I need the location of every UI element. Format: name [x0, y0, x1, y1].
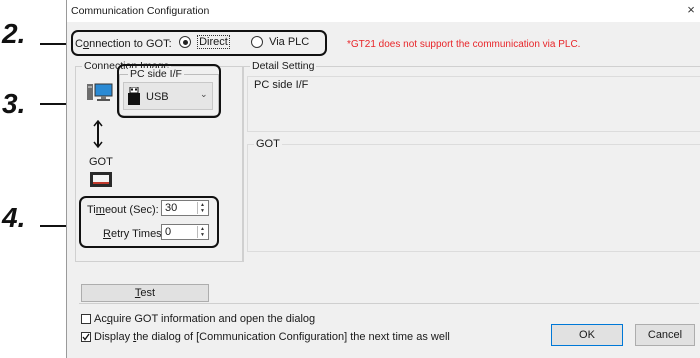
step-4-callout — [79, 196, 219, 248]
separator — [79, 303, 699, 304]
display-dialog-label: Display the dialog of [Communication Con… — [94, 331, 450, 343]
acquire-got-label: Acquire GOT information and open the dia… — [94, 313, 316, 325]
detail-got-title: GOT — [254, 138, 282, 150]
step-2-leader — [40, 43, 68, 45]
cancel-button[interactable]: Cancel — [635, 324, 695, 346]
detail-got-panel: GOT — [247, 138, 700, 252]
ok-button[interactable]: OK — [551, 324, 623, 346]
step-3-annotation: 3. — [2, 88, 26, 119]
got-label: GOT — [89, 156, 113, 168]
pc-icon — [87, 82, 113, 104]
acquire-got-checkbox[interactable] — [81, 314, 91, 324]
via-plc-note: *GT21 does not support the communication… — [347, 39, 581, 50]
detail-pc-side-if-panel: PC side I/F — [247, 76, 700, 132]
step-2-callout — [71, 30, 327, 56]
connection-arrow-icon — [93, 119, 103, 149]
test-button[interactable]: Test — [81, 284, 209, 302]
step-4-annotation: 4. — [2, 202, 26, 233]
got-icon — [90, 172, 112, 187]
close-icon[interactable]: × — [684, 1, 698, 19]
window-title: Communication Configuration — [71, 5, 210, 17]
display-dialog-checkbox[interactable] — [81, 332, 91, 342]
communication-configuration-dialog: Communication Configuration × Connection… — [66, 0, 700, 358]
step-2-annotation: 2. — [2, 18, 26, 49]
title-bar: Communication Configuration × — [67, 0, 700, 22]
detail-setting-title: Detail Setting — [250, 60, 317, 72]
detail-pc-side-if-title: PC side I/F — [254, 79, 309, 91]
step-3-callout — [117, 64, 221, 118]
